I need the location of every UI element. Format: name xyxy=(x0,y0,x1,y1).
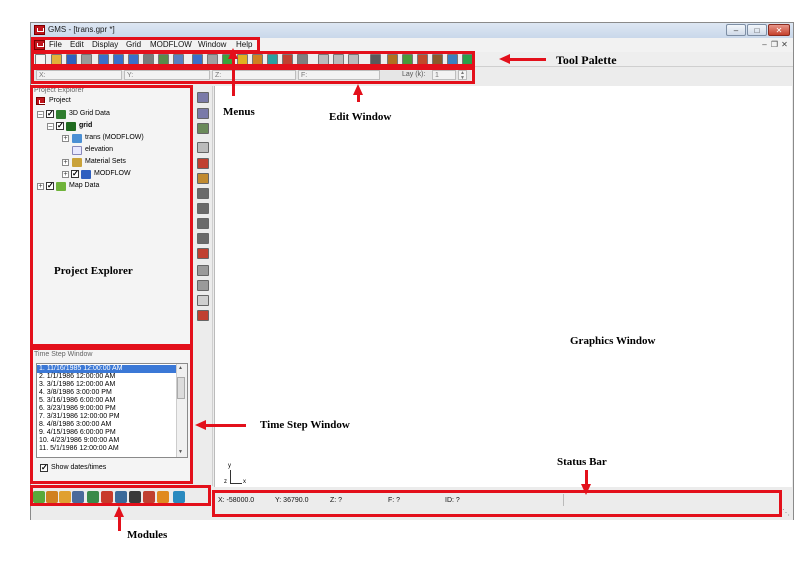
edit-window-highlight xyxy=(31,67,475,84)
label-status-bar: Status Bar xyxy=(557,456,607,468)
mdi-close-button[interactable]: ✕ xyxy=(780,40,789,49)
arrow-head-icon xyxy=(195,420,206,430)
select-face-icon[interactable] xyxy=(197,188,209,199)
zoom-icon[interactable] xyxy=(197,108,209,119)
erase-icon[interactable] xyxy=(197,310,209,321)
axis-icon: x xyxy=(243,479,246,485)
axis-icon: z xyxy=(224,479,227,485)
mdi-minimize-button[interactable]: – xyxy=(760,40,769,49)
arrow-head-icon xyxy=(499,54,510,64)
title-bar xyxy=(31,23,793,38)
select-col-icon[interactable] xyxy=(197,233,209,244)
time-step-highlight xyxy=(30,347,193,484)
select-point-icon[interactable] xyxy=(197,158,209,169)
select-layer-icon[interactable] xyxy=(197,173,209,184)
label-project-explorer: Project Explorer xyxy=(54,265,133,277)
arrow-time-step xyxy=(206,424,246,427)
project-explorer-highlight xyxy=(30,85,193,347)
window-title: GMS - [trans.gpr *] xyxy=(48,25,115,34)
frame-icon[interactable] xyxy=(197,295,209,306)
arrow-head-icon xyxy=(353,84,363,95)
rotate-icon[interactable] xyxy=(197,123,209,134)
arrow-modules xyxy=(118,517,121,531)
modules-highlight xyxy=(30,485,211,506)
axis-x-line xyxy=(230,483,242,484)
pan-icon[interactable] xyxy=(197,92,209,103)
tool-palette-highlight xyxy=(31,51,475,67)
label-tool-palette: Tool Palette xyxy=(556,53,617,67)
select-cell-icon[interactable] xyxy=(197,142,209,153)
create-point-icon[interactable] xyxy=(197,248,209,259)
select-row-icon[interactable] xyxy=(197,218,209,229)
resize-grip-icon[interactable]: ⋱ xyxy=(782,508,790,517)
arrow-head-icon xyxy=(228,48,238,59)
label-time-step-window: Time Step Window xyxy=(260,419,350,431)
minimize-button[interactable]: – xyxy=(726,24,746,36)
label-menus: Menus xyxy=(223,106,255,118)
select-block-icon[interactable] xyxy=(197,203,209,214)
maximize-button[interactable]: □ xyxy=(747,24,767,36)
frame-icon[interactable] xyxy=(197,280,209,291)
arrow-head-icon xyxy=(114,506,124,517)
status-bar-highlight xyxy=(212,490,782,517)
arrow-head-icon xyxy=(581,484,591,495)
frame-icon[interactable] xyxy=(197,265,209,276)
label-graphics-window: Graphics Window xyxy=(570,335,656,347)
axis-icon: y xyxy=(228,463,231,469)
close-button[interactable]: ✕ xyxy=(768,24,790,36)
arrow-menus xyxy=(232,56,235,96)
label-modules: Modules xyxy=(127,529,168,541)
label-edit-window: Edit Window xyxy=(329,111,392,123)
axis-y-line xyxy=(230,470,231,484)
mdi-restore-button[interactable]: ❐ xyxy=(770,40,779,49)
gms-app-icon[interactable] xyxy=(34,25,45,35)
arrow-tool-palette xyxy=(510,58,546,61)
